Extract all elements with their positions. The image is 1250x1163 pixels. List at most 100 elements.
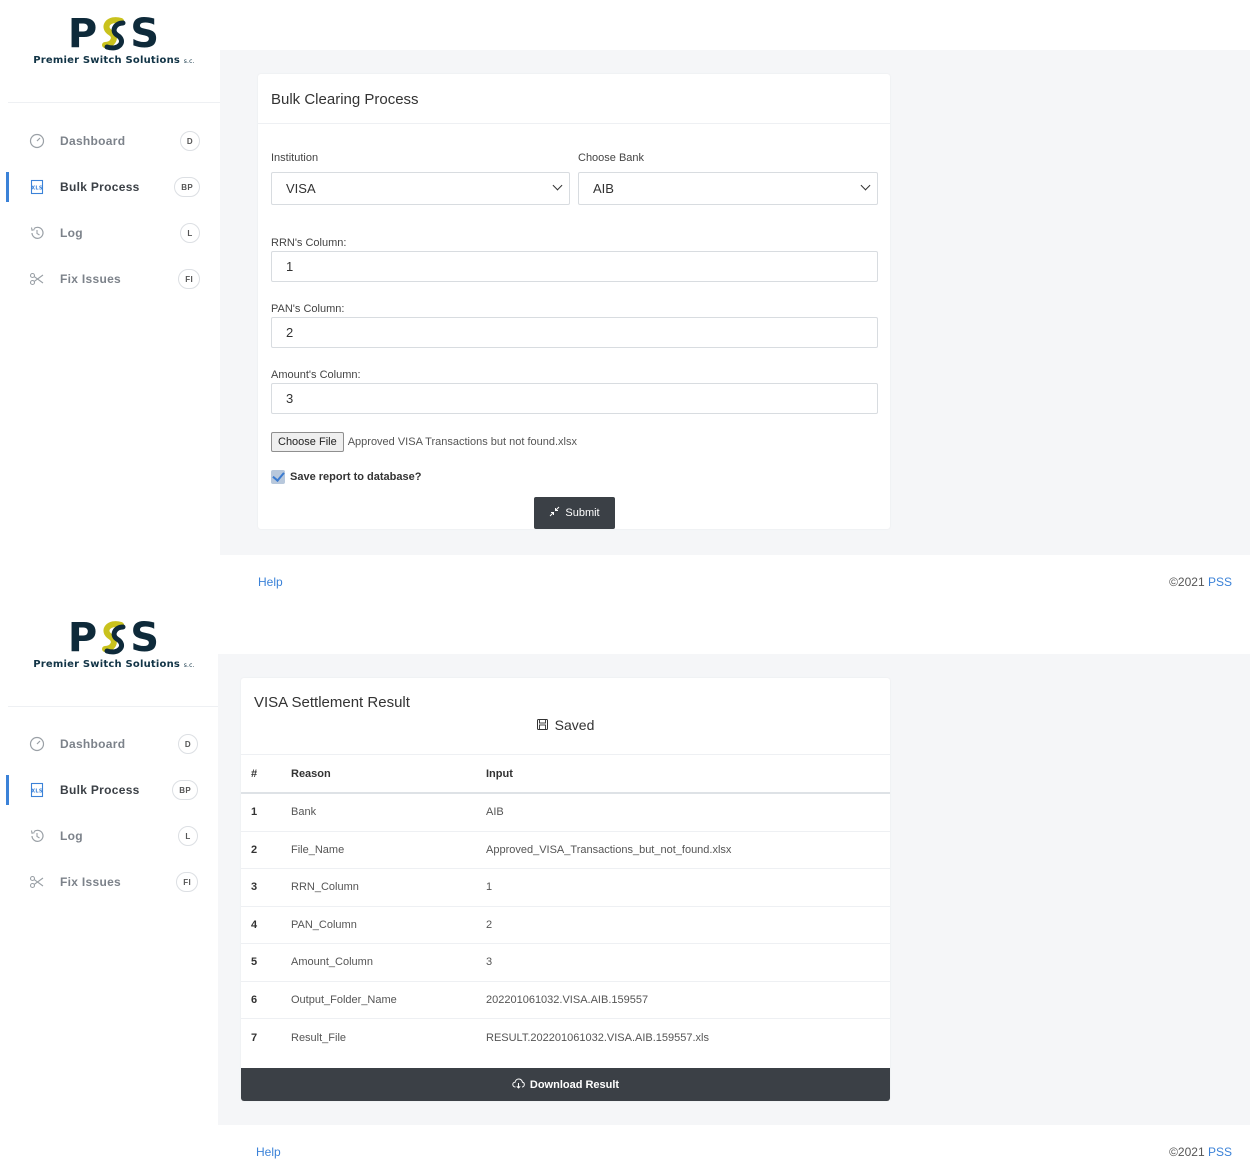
speedometer-icon <box>28 132 46 150</box>
row-reason: Bank <box>291 806 317 819</box>
sidebar-item-fix-issues[interactable]: Fix Issues FI <box>0 859 220 905</box>
table-row: 3 RRN_Column 1 <box>241 869 890 907</box>
sidebar-item-bulk-process[interactable]: XLS Bulk Process BP <box>0 767 220 813</box>
table-row: 2 File_Name Approved_VISA_Transactions_b… <box>241 832 890 869</box>
sidebar-item-bulk-process[interactable]: XLS Bulk Process BP <box>0 164 220 210</box>
row-input: 202201061032.VISA.AIB.159557 <box>486 993 649 1006</box>
amount-column-input[interactable]: 3 <box>271 383 878 414</box>
sidebar-item-label: Fix Issues <box>60 875 122 889</box>
top-bar <box>220 0 1250 50</box>
sidebar-nav: Dashboard D XLS Bulk Process BP Log L Fi… <box>0 118 220 302</box>
row-number: 4 <box>251 918 258 931</box>
sidebar-item-dashboard[interactable]: Dashboard D <box>0 721 220 767</box>
logo-company-name: Premier Switch Solutions s.c. <box>33 659 195 670</box>
institution-label: Institution <box>271 152 319 164</box>
row-input: AIB <box>486 806 504 819</box>
footer: Help ©2021 PSS <box>220 555 1250 595</box>
sidebar-nav: Dashboard D XLS Bulk Process BP Log L Fi… <box>0 721 220 905</box>
column-header-input: Input <box>486 767 513 780</box>
pss-logo[interactable]: P S Premier Switch Solutions s.c. <box>8 12 220 102</box>
table-row: 4 PAN_Column 2 <box>241 907 890 944</box>
download-result-button[interactable]: Download Result <box>241 1068 890 1101</box>
sidebar: P S Premier Switch Solutions s.c. Dashbo… <box>0 604 220 1163</box>
logo-company-name: Premier Switch Solutions s.c. <box>33 55 195 66</box>
main-area: Bulk Clearing Process Institution VISA C… <box>220 0 1250 596</box>
save-report-checkbox[interactable] <box>271 470 285 484</box>
submit-label: Submit <box>565 507 600 519</box>
row-reason: Amount_Column <box>291 956 373 969</box>
logo-letter-p: P <box>67 11 99 57</box>
row-number: 1 <box>251 806 258 819</box>
logo-letter-p: P <box>67 615 99 661</box>
logo-mark: P S <box>68 12 160 56</box>
chevron-down-icon <box>552 180 563 191</box>
sidebar-divider <box>8 706 220 707</box>
rrn-value: 1 <box>286 259 294 274</box>
pss-link[interactable]: PSS <box>1208 1145 1232 1159</box>
copyright-text: ©2021 <box>1169 1145 1205 1159</box>
content-area: Bulk Clearing Process Institution VISA C… <box>220 50 1250 555</box>
submit-button[interactable]: Submit <box>534 497 615 529</box>
table-row: 7 Result_File RESULT.202201061032.VISA.A… <box>241 1019 890 1057</box>
sidebar-badge: D <box>179 131 200 151</box>
pan-label: PAN's Column: <box>271 303 345 315</box>
sidebar-badge: BP <box>174 177 200 197</box>
copyright: ©2021 PSS <box>1169 575 1232 589</box>
result-table: # Reason Input 1 Bank AIB 2 File_Name Ap… <box>241 754 890 1057</box>
sidebar-item-dashboard[interactable]: Dashboard D <box>0 118 220 164</box>
settlement-result-card: VISA Settlement Result Saved # Reason In… <box>241 678 890 1101</box>
rrn-label: RRN's Column: <box>271 237 347 249</box>
amount-value: 3 <box>286 391 294 406</box>
sidebar-item-fix-issues[interactable]: Fix Issues FI <box>0 256 220 302</box>
bank-select[interactable]: AIB <box>578 172 878 205</box>
row-input: 3 <box>486 956 493 969</box>
rrn-column-input[interactable]: 1 <box>271 251 878 282</box>
sidebar-item-label: Dashboard <box>60 737 126 751</box>
row-number: 7 <box>251 1031 258 1044</box>
row-number: 6 <box>251 993 258 1006</box>
xls-file-icon: XLS <box>28 781 46 799</box>
pss-logo[interactable]: P S Premier Switch Solutions s.c. <box>8 616 220 706</box>
top-bar <box>218 604 1250 654</box>
amount-label: Amount's Column: <box>271 369 361 381</box>
column-header-number: # <box>251 767 258 780</box>
saved-label: Saved <box>554 717 595 733</box>
card-title: VISA Settlement Result <box>254 694 410 711</box>
table-row: 6 Output_Folder_Name 202201061032.VISA.A… <box>241 982 890 1019</box>
history-icon <box>28 224 46 242</box>
row-reason: PAN_Column <box>291 918 357 931</box>
row-input: RESULT.202201061032.VISA.AIB.159557.xls <box>486 1031 710 1044</box>
logo-letter-s: S <box>130 11 161 57</box>
sidebar-item-label: Fix Issues <box>60 272 122 286</box>
card-title: Bulk Clearing Process <box>271 91 419 108</box>
pan-column-input[interactable]: 2 <box>271 317 878 348</box>
save-report-label: Save report to database? <box>290 471 422 483</box>
sidebar-item-log[interactable]: Log L <box>0 813 220 859</box>
logo-letter-s: S <box>130 615 161 661</box>
sidebar-item-label: Bulk Process <box>60 180 140 194</box>
scissors-icon <box>28 270 46 288</box>
sidebar-item-label: Log <box>60 226 83 240</box>
sidebar-badge: FI <box>176 872 198 892</box>
row-reason: RRN_Column <box>291 881 359 894</box>
copyright-text: ©2021 <box>1169 575 1205 589</box>
row-number: 3 <box>251 881 258 894</box>
sidebar-item-log[interactable]: Log L <box>0 210 220 256</box>
help-link[interactable]: Help <box>258 575 283 589</box>
save-report-option: Save report to database? <box>271 470 421 484</box>
content-area: VISA Settlement Result Saved # Reason In… <box>218 654 1250 1125</box>
choose-file-button[interactable]: Choose File <box>271 432 344 452</box>
sidebar: P S Premier Switch Solutions s.c. Dashbo… <box>0 0 220 596</box>
institution-select[interactable]: VISA <box>271 172 570 205</box>
copyright: ©2021 PSS <box>1169 1145 1232 1159</box>
speedometer-icon <box>28 735 46 753</box>
pss-link[interactable]: PSS <box>1208 575 1232 589</box>
pan-value: 2 <box>286 325 294 340</box>
sidebar-badge: L <box>178 826 198 846</box>
help-link[interactable]: Help <box>256 1145 281 1159</box>
compress-arrows-icon <box>549 506 560 520</box>
sidebar-item-label: Bulk Process <box>60 783 140 797</box>
svg-text:XLS: XLS <box>31 186 43 192</box>
row-input: Approved_VISA_Transactions_but_not_found… <box>486 843 732 856</box>
row-number: 2 <box>251 843 258 856</box>
